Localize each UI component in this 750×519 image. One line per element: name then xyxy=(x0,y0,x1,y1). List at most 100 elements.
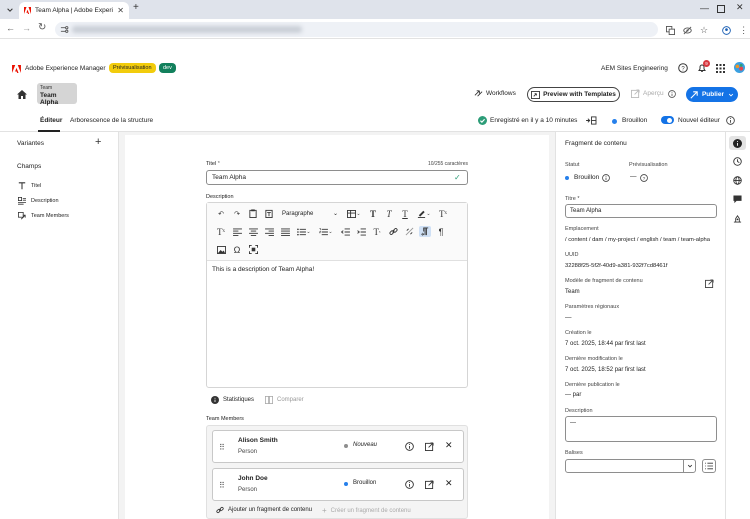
status-info-icon[interactable] xyxy=(602,174,610,182)
highlight-color-icon[interactable]: ⌄ xyxy=(415,208,433,219)
tab-editor[interactable]: Éditeur xyxy=(40,117,62,124)
subscript-icon[interactable]: Tx xyxy=(437,208,449,219)
paste-text-icon[interactable] xyxy=(263,208,275,219)
numbered-list-icon[interactable]: ⌄ xyxy=(317,226,335,237)
maximize-window-icon[interactable] xyxy=(717,5,725,13)
close-window-icon[interactable]: ✕ xyxy=(736,2,744,13)
char-counter: 10/255 caractères xyxy=(428,161,469,167)
bookmark-star-icon[interactable]: ☆ xyxy=(700,25,708,36)
minimize-window-icon[interactable]: — xyxy=(700,3,709,13)
tab-list-chevron-icon[interactable] xyxy=(5,5,14,14)
clear-format-icon[interactable]: Tₓ xyxy=(371,226,383,237)
field-item-titel[interactable]: Titel xyxy=(18,182,41,190)
add-variant-button[interactable]: + xyxy=(95,136,101,148)
adobe-logo-icon[interactable] xyxy=(12,65,21,73)
superscript-icon[interactable]: Tx xyxy=(215,226,227,237)
apercu-button[interactable]: Aperçu xyxy=(631,89,664,98)
outdent-icon[interactable] xyxy=(339,226,351,237)
history-icon[interactable] xyxy=(733,157,742,166)
indent-icon[interactable] xyxy=(355,226,367,237)
member-info-icon[interactable] xyxy=(405,442,414,451)
field-item-team-members[interactable]: Team Members xyxy=(18,212,69,220)
description-textarea[interactable]: — xyxy=(565,416,717,442)
translate-icon[interactable] xyxy=(666,25,675,36)
align-left-icon[interactable] xyxy=(231,226,243,237)
paste-icon[interactable] xyxy=(247,208,259,219)
product-name[interactable]: Adobe Experience Manager xyxy=(25,65,106,72)
globe-icon[interactable] xyxy=(733,176,742,185)
open-model-icon[interactable] xyxy=(705,279,714,288)
profile-icon[interactable] xyxy=(722,25,731,36)
app-grid-icon[interactable] xyxy=(716,64,725,73)
fullscreen-icon[interactable] xyxy=(247,244,259,255)
new-tab-button[interactable]: + xyxy=(133,2,139,13)
new-editor-toggle[interactable] xyxy=(661,116,674,124)
undo-icon[interactable]: ↶ xyxy=(215,208,227,219)
drag-handle-icon[interactable]: ⠿ xyxy=(219,443,225,452)
show-formatting-icon[interactable]: ¶ xyxy=(435,226,447,237)
unlink-icon[interactable] xyxy=(403,226,415,237)
description-text[interactable]: This is a description of Team Alpha! xyxy=(212,266,314,273)
special-char-icon[interactable]: Ω xyxy=(231,244,243,255)
drag-handle-icon[interactable]: ⠿ xyxy=(219,481,225,490)
statistics-tab[interactable]: Statistiques xyxy=(211,396,254,404)
panel-title: Fragment de contenu xyxy=(565,140,627,147)
forward-arrow-icon[interactable]: → xyxy=(22,23,31,33)
align-center-icon[interactable] xyxy=(247,226,259,237)
add-fragment-button[interactable]: Ajouter un fragment de contenu xyxy=(216,506,312,514)
site-info-icon[interactable] xyxy=(60,25,69,34)
list-item[interactable]: ⠿ Alison Smith Person Nouveau ✕ xyxy=(212,430,464,463)
comments-icon[interactable] xyxy=(733,195,742,204)
home-icon[interactable] xyxy=(17,90,27,99)
split-view-icon[interactable] xyxy=(586,116,597,125)
publish-button[interactable]: Publier xyxy=(686,87,738,102)
paragraph-format-select[interactable]: Paragraphe ⌄ xyxy=(279,208,341,219)
align-right-icon[interactable] xyxy=(263,226,275,237)
org-switcher[interactable]: AEM Sites Engineering xyxy=(601,65,668,72)
info-icon[interactable] xyxy=(726,116,735,125)
variants-heading: Variantes xyxy=(17,140,44,147)
properties-rail-button[interactable] xyxy=(729,136,746,150)
tags-browse-button[interactable] xyxy=(702,459,716,473)
remove-item-icon[interactable]: ✕ xyxy=(445,478,453,489)
user-avatar[interactable] xyxy=(734,62,745,73)
help-icon[interactable]: ? xyxy=(678,63,688,73)
create-fragment-button[interactable]: + Créer un fragment de contenu xyxy=(322,506,411,515)
compare-tab[interactable]: Comparer xyxy=(265,396,304,404)
tags-dropdown-chevron-icon[interactable] xyxy=(683,460,696,472)
toggle-knob xyxy=(667,117,672,123)
table-icon[interactable]: ⌄ xyxy=(345,208,363,219)
list-item[interactable]: ⠿ John Doe Person Brouillon ✕ xyxy=(212,468,464,501)
browser-tab[interactable]: Team Alpha | Adobe Experience ✕ xyxy=(19,2,129,19)
plus-icon: + xyxy=(322,506,327,515)
apercu-info-icon[interactable] xyxy=(668,90,676,98)
back-arrow-icon[interactable]: ← xyxy=(6,23,15,33)
remove-item-icon[interactable]: ✕ xyxy=(445,440,453,451)
references-icon[interactable] xyxy=(733,214,742,223)
eye-off-icon[interactable] xyxy=(683,25,692,36)
member-info-icon[interactable] xyxy=(405,480,414,489)
preview-help-icon[interactable]: ? xyxy=(640,174,648,182)
insert-image-icon[interactable] xyxy=(215,244,227,255)
preview-templates-button[interactable]: Preview with Templates xyxy=(527,87,620,102)
title-input[interactable]: Team Alpha xyxy=(565,204,717,218)
tab-structure[interactable]: Arborescence de la structure xyxy=(70,117,153,124)
bulleted-list-icon[interactable]: ⌄ xyxy=(295,226,313,237)
reload-icon[interactable]: ↻ xyxy=(38,22,46,33)
open-fragment-icon[interactable] xyxy=(425,442,434,451)
align-justify-icon[interactable] xyxy=(279,226,291,237)
field-item-description[interactable]: Description xyxy=(18,197,59,205)
workflows-button[interactable]: Workflows xyxy=(474,89,516,98)
title-input[interactable]: Team Alpha ✓ xyxy=(206,170,468,185)
italic-text-icon[interactable]: T xyxy=(383,208,395,219)
tags-combobox[interactable] xyxy=(565,459,696,473)
fragment-breadcrumb[interactable]: Team Team Alpha xyxy=(37,83,77,106)
browser-menu-icon[interactable]: ⋮ xyxy=(739,25,748,36)
redo-icon[interactable]: ↷ xyxy=(231,208,243,219)
close-tab-icon[interactable]: ✕ xyxy=(117,6,124,15)
paragraph-direction-icon[interactable] xyxy=(419,226,431,237)
underline-text-icon[interactable]: T xyxy=(399,208,411,219)
bold-text-icon[interactable]: T xyxy=(367,208,379,219)
open-fragment-icon[interactable] xyxy=(425,480,434,489)
link-icon[interactable] xyxy=(387,226,399,237)
